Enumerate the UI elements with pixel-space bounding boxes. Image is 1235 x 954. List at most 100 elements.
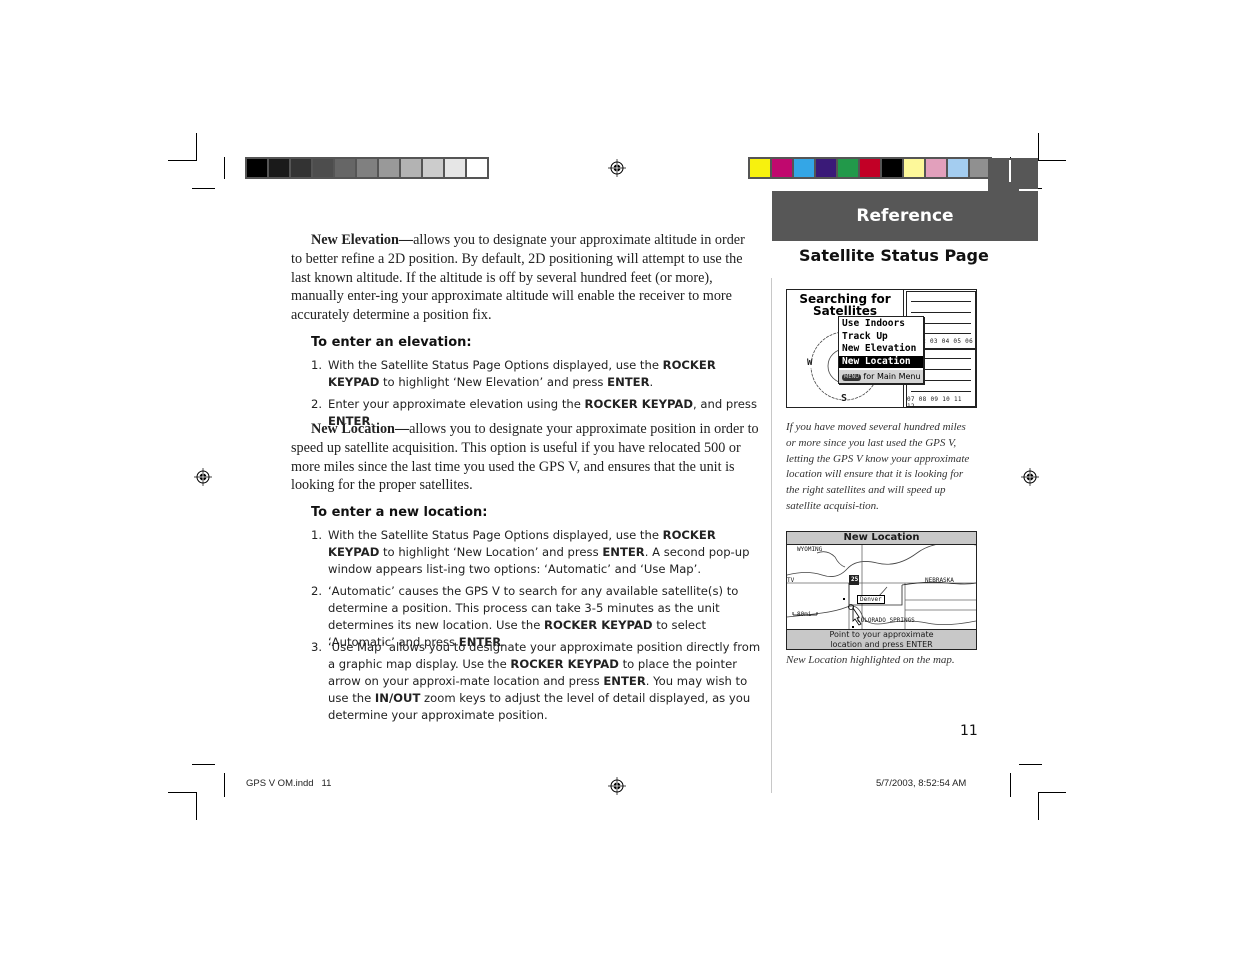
map-title: New Location (843, 532, 920, 543)
new-elevation-paragraph: New Elevation—allows you to designate yo… (291, 231, 759, 325)
map-prompt-bar: Point to your approximate location and p… (787, 629, 976, 649)
print-timestamp: 5/7/2003, 8:52:54 AM (876, 778, 967, 789)
crop-mark (1038, 792, 1039, 820)
step-number: 1. (311, 358, 323, 372)
step-number: 1. (311, 528, 323, 542)
crop-mark (1009, 160, 1011, 182)
gray-swatch (313, 159, 333, 177)
gray-swatch (445, 159, 465, 177)
text: to highlight ‘New Elevation’ and press (379, 375, 608, 389)
crop-mark (192, 764, 215, 765)
step-text: ‘Use Map’ allows you to designate your a… (328, 639, 761, 724)
new-location-map-screenshot: New Location WYOMING TV NEBRASKA 25 Denv… (786, 531, 977, 650)
key-label: ENTER (603, 674, 646, 688)
crop-mark (1038, 160, 1066, 161)
screen-title: Searching for Satellites (787, 293, 903, 317)
color-swatch (750, 159, 770, 177)
color-swatch (904, 159, 924, 177)
crop-mark (1038, 133, 1039, 161)
registration-mark-icon (194, 468, 212, 486)
compass-west: W (807, 358, 813, 368)
crop-mark (1019, 189, 1038, 191)
prompt-line-1: Point to your approximate (829, 630, 934, 639)
key-label: ENTER (602, 545, 645, 559)
caption-satellite: If you have moved several hundred miles … (786, 421, 970, 512)
gray-swatch (379, 159, 399, 177)
crop-mark (1019, 764, 1042, 765)
color-swatch (816, 159, 836, 177)
key-label: IN/OUT (374, 691, 421, 705)
color-swatch (970, 159, 990, 177)
menu-items: Use Indoors Track Up New Elevation New Loca… (839, 317, 923, 368)
color-swatch (794, 159, 814, 177)
section-tab-label: Reference (856, 206, 954, 226)
key-label: ROCKER KEYPAD (510, 657, 619, 671)
step-text: With the Satellite Status Page Options d… (328, 527, 761, 578)
menu-footer: MENU for Main Menu (839, 370, 923, 383)
menu-item[interactable]: New Elevation (842, 343, 921, 356)
crop-mark (224, 773, 225, 797)
step-number: 3. (311, 640, 323, 654)
grayscale-calibration-bar (245, 157, 489, 179)
color-calibration-bar (748, 157, 992, 179)
term-new-elevation: New Elevation (311, 232, 399, 248)
elevation-step-1: 1. With the Satellite Status Page Option… (311, 357, 761, 391)
menu-item-selected[interactable]: New Location (839, 355, 923, 368)
satellite-ids-row-1: 02 03 04 05 06 (918, 338, 973, 345)
crop-mark (168, 160, 197, 161)
text: Enter your approximate elevation using t… (328, 397, 585, 411)
location-step-3: 3. ‘Use Map’ allows you to designate you… (311, 639, 761, 724)
color-swatch (948, 159, 968, 177)
crop-mark (196, 792, 197, 820)
registration-mark-icon (1021, 468, 1039, 486)
map-label-denver: Denver (857, 595, 885, 604)
step-text: With the Satellite Status Page Options d… (328, 357, 761, 391)
caption-map: New Location highlighted on the map. (786, 654, 955, 666)
menu-item[interactable]: Use Indoors (842, 318, 921, 331)
em-dash: — (398, 232, 414, 248)
menu-key-icon: MENU (842, 374, 861, 381)
em-dash: — (394, 421, 410, 437)
key-label: ENTER (607, 375, 650, 389)
color-swatch (860, 159, 880, 177)
menu-footer-text: for Main Menu (863, 372, 921, 381)
gray-swatch (291, 159, 311, 177)
map-label-left-edge: TV (787, 577, 795, 584)
crop-mark (196, 133, 197, 161)
map-label-scale: 80mi (797, 611, 812, 618)
heading-enter-location: To enter a new location: (311, 505, 488, 520)
menu-item[interactable]: Track Up (842, 331, 921, 344)
registration-mark-icon (608, 159, 626, 177)
gray-swatch (335, 159, 355, 177)
signal-line (911, 301, 971, 302)
text: . (649, 375, 654, 389)
gray-swatch (467, 159, 487, 177)
crop-mark (224, 157, 225, 179)
text: , and press (693, 397, 757, 411)
color-swatch (926, 159, 946, 177)
text: With the Satellite Status Page Options d… (328, 528, 663, 542)
term-new-location: New Location (311, 421, 395, 437)
key-label: ROCKER KEYPAD (544, 618, 653, 632)
compass-south: S (841, 393, 848, 404)
signal-line (911, 312, 971, 313)
crop-mark (192, 188, 215, 189)
gray-swatch (247, 159, 267, 177)
heading-enter-elevation: To enter an elevation: (311, 335, 472, 350)
map-label-colorado-springs: COLORADO SPRINGS (857, 617, 915, 624)
signal-line (911, 391, 971, 392)
map-label-nebraska: NEBRASKA (925, 577, 954, 584)
registration-mark-icon (608, 777, 626, 795)
file-slug: GPS V OM.indd 11 (246, 778, 332, 789)
gray-swatch (269, 159, 289, 177)
map-label-wyoming: WYOMING (797, 546, 823, 553)
text: to highlight ‘New Location’ and press (379, 545, 603, 559)
gray-swatch (401, 159, 421, 177)
section-title: Satellite Status Page (799, 246, 989, 265)
options-popup-menu: Use Indoors Track Up New Elevation New Loca… (838, 316, 924, 384)
color-swatch (772, 159, 792, 177)
new-location-paragraph: New Location—allows you to designate you… (291, 420, 759, 495)
crop-mark (1038, 792, 1066, 793)
map-title-bar: New Location (787, 532, 976, 545)
color-swatch (882, 159, 902, 177)
